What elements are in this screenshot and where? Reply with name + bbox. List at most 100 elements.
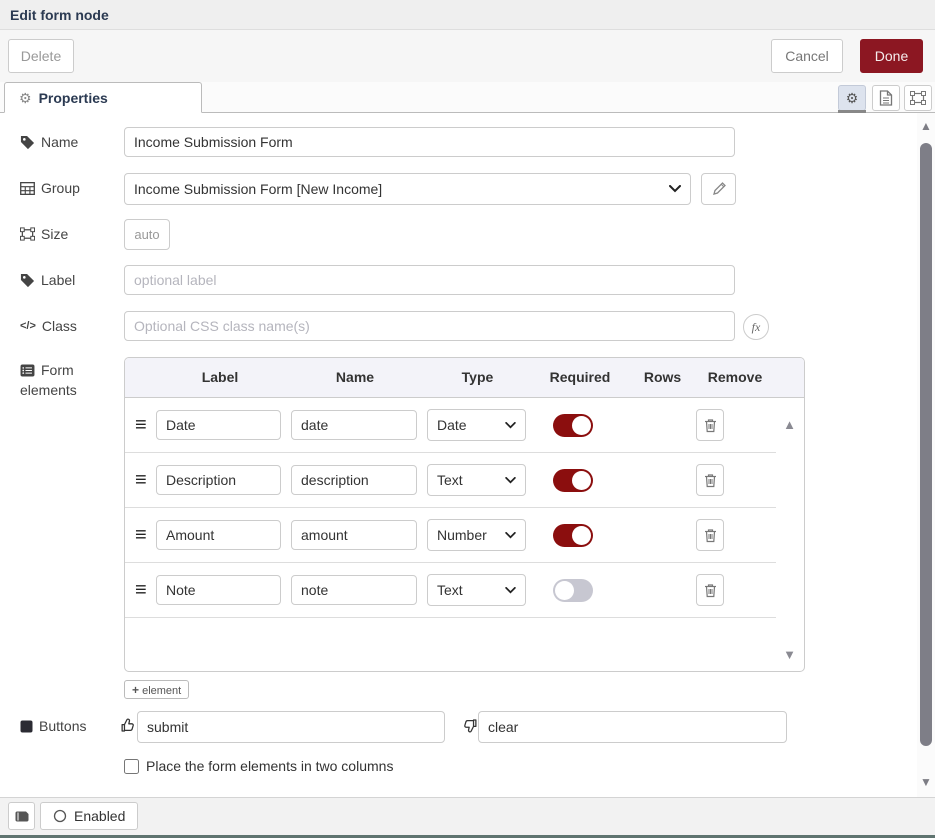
required-toggle[interactable] [553, 469, 593, 492]
element-type-select[interactable]: Date [427, 409, 526, 441]
thumbs-up-icon [120, 717, 137, 734]
add-element-button[interactable]: + element [124, 680, 189, 699]
drag-handle-icon[interactable]: ≡ [135, 524, 147, 547]
two-columns-checkbox[interactable] [124, 759, 139, 774]
table-scroll-down-icon[interactable]: ▼ [783, 648, 796, 661]
tag-icon [20, 273, 35, 288]
scrollbar-thumb[interactable] [920, 143, 932, 746]
delete-element-button[interactable] [696, 409, 724, 441]
required-toggle[interactable] [553, 414, 593, 437]
drag-handle-icon[interactable]: ≡ [135, 414, 147, 437]
element-type-select[interactable]: Text [427, 574, 526, 606]
scroll-down-icon[interactable]: ▼ [920, 776, 932, 788]
delete-element-button[interactable] [696, 574, 724, 606]
node-help-button[interactable] [8, 802, 35, 830]
done-button[interactable]: Done [860, 39, 923, 73]
column-header: Type [425, 369, 530, 385]
class-fx-button[interactable]: fx [743, 314, 769, 340]
label-field-label: Label [20, 272, 75, 288]
gear-icon: ⚙ [19, 91, 32, 105]
form-element-row: ≡ Text [125, 453, 776, 508]
edit-group-button[interactable] [701, 173, 736, 205]
chevron-down-icon [505, 532, 516, 539]
element-type-select[interactable]: Text [427, 464, 526, 496]
element-type-select[interactable]: Number [427, 519, 526, 551]
dialog-title: Edit form node [10, 7, 109, 23]
list-alt-icon [20, 364, 35, 377]
drag-handle-icon[interactable]: ≡ [135, 579, 147, 602]
column-header: Remove [700, 369, 770, 385]
trash-icon [704, 473, 717, 488]
two-columns-option: Place the form elements in two columns [124, 758, 393, 774]
buttons-field-label: Buttons [20, 718, 86, 734]
tag-icon [20, 135, 35, 150]
gear-icon: ⚙ [846, 91, 859, 105]
group-field-label: Group [20, 180, 80, 196]
form-elements-table: Label Name Type Required Rows Remove ≡ D… [124, 357, 805, 672]
form-elements-label-line2: elements [20, 382, 77, 398]
cancel-button[interactable]: Cancel [771, 39, 843, 73]
element-label-input[interactable] [156, 520, 281, 550]
properties-pane-button[interactable]: ⚙ [838, 85, 866, 111]
appearance-pane-button[interactable] [904, 85, 932, 111]
element-label-input[interactable] [156, 575, 281, 605]
chevron-down-icon [505, 477, 516, 484]
element-label-input[interactable] [156, 410, 281, 440]
document-icon [879, 90, 893, 106]
book-icon [15, 810, 29, 823]
column-header: Required [535, 369, 625, 385]
required-toggle[interactable] [553, 579, 593, 602]
size-auto-button[interactable]: auto [124, 219, 170, 250]
delete-element-button[interactable] [696, 519, 724, 551]
main-scrollbar: ▲ ▼ [917, 113, 935, 797]
square-icon [20, 720, 33, 733]
plus-icon: + [132, 683, 139, 697]
name-input[interactable] [124, 127, 735, 157]
delete-element-button[interactable] [696, 464, 724, 496]
edit-form-node-dialog: Edit form node Delete Cancel Done ⚙ Prop… [0, 0, 935, 838]
scroll-up-icon[interactable]: ▲ [920, 120, 932, 132]
table-scroll-up-icon[interactable]: ▲ [783, 418, 796, 431]
element-name-input[interactable] [291, 520, 417, 550]
element-name-input[interactable] [291, 410, 417, 440]
submit-button-label-input[interactable] [137, 711, 445, 743]
description-pane-button[interactable] [872, 85, 900, 111]
group-select[interactable]: Income Submission Form [New Income] [124, 173, 691, 205]
form-element-row: ≡ Number [125, 508, 776, 563]
class-input[interactable] [124, 311, 735, 341]
form-element-row: ≡ Text [125, 563, 776, 618]
dialog-header: Edit form node [0, 0, 935, 30]
trash-icon [704, 528, 717, 543]
object-group-icon [20, 227, 35, 241]
label-input[interactable] [124, 265, 735, 295]
node-enabled-toggle[interactable]: Enabled [40, 802, 138, 830]
name-field-label: Name [20, 134, 78, 150]
required-toggle[interactable] [553, 524, 593, 547]
table-icon [20, 182, 35, 195]
chevron-down-icon [505, 587, 516, 594]
tab-properties[interactable]: ⚙ Properties [4, 82, 202, 113]
code-icon: </> [20, 320, 36, 332]
enabled-label: Enabled [74, 808, 125, 824]
column-header: Rows [630, 369, 695, 385]
delete-button[interactable]: Delete [8, 39, 74, 73]
trash-icon [704, 583, 717, 598]
chevron-down-icon [505, 422, 516, 429]
circle-icon [53, 809, 67, 823]
form-elements-body: ≡ Date ≡ Text ≡ Number [125, 398, 804, 672]
properties-pane: Name Group Income Submission Form [New I… [0, 113, 917, 797]
tab-bar: ⚙ Properties ⚙ [0, 82, 935, 113]
element-name-input[interactable] [291, 575, 417, 605]
tab-properties-label: Properties [39, 90, 108, 106]
trash-icon [704, 418, 717, 433]
element-label-input[interactable] [156, 465, 281, 495]
class-field-label: </> Class [20, 318, 77, 334]
dialog-footer: Enabled [0, 797, 935, 835]
column-header: Name [295, 369, 415, 385]
form-elements-table-header: Label Name Type Required Rows Remove [125, 358, 804, 398]
clear-button-label-input[interactable] [478, 711, 787, 743]
chevron-down-icon [669, 185, 681, 193]
two-columns-label: Place the form elements in two columns [146, 758, 393, 774]
drag-handle-icon[interactable]: ≡ [135, 469, 147, 492]
element-name-input[interactable] [291, 465, 417, 495]
